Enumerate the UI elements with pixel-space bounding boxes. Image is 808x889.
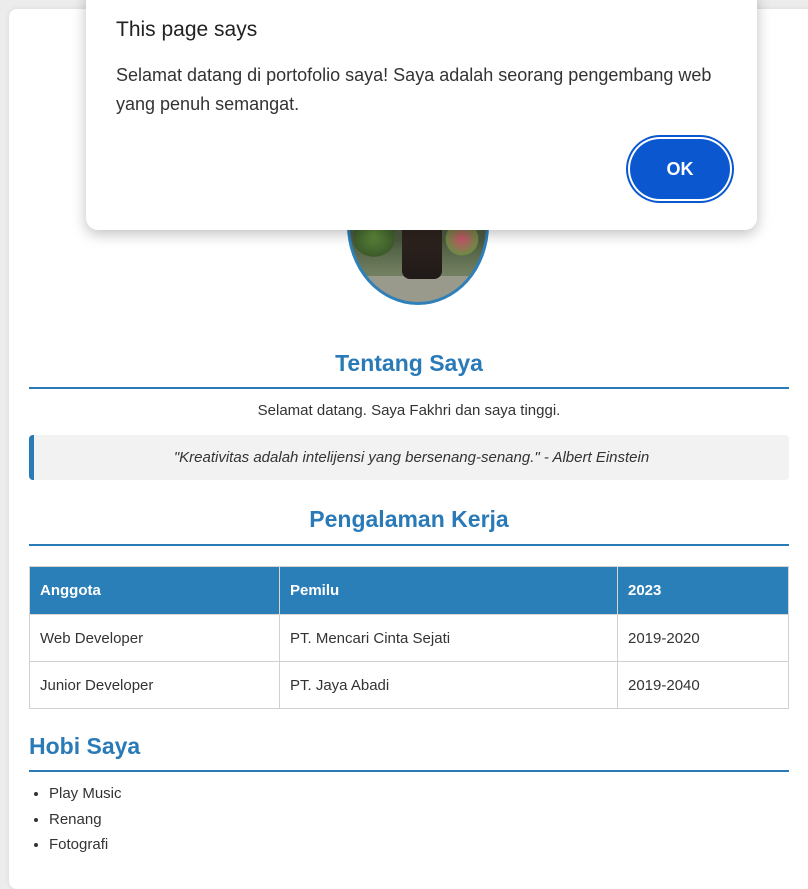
table-cell: PT. Mencari Cinta Sejati	[279, 614, 618, 662]
table-header-row: Anggota Pemilu 2023	[29, 566, 789, 615]
table-cell: 2019-2020	[617, 614, 789, 662]
hobbies-title: Hobi Saya	[29, 733, 789, 772]
alert-dialog: This page says Selamat datang di portofo…	[86, 0, 757, 230]
about-title: Tentang Saya	[29, 350, 789, 389]
table-cell: PT. Jaya Abadi	[279, 661, 618, 709]
dialog-title: This page says	[116, 18, 258, 41]
table-row: Web Developer PT. Mencari Cinta Sejati 2…	[29, 614, 789, 662]
table-header: Anggota	[29, 566, 280, 615]
experience-table: Anggota Pemilu 2023 Web Developer PT. Me…	[29, 566, 789, 709]
table-row: Junior Developer PT. Jaya Abadi 2019-204…	[29, 661, 789, 709]
list-item: Play Music	[49, 784, 122, 810]
hobbies-list: Play Music Renang Fotografi	[29, 784, 122, 861]
about-text: Selamat datang. Saya Fakhri dan saya tin…	[257, 402, 561, 419]
table-cell: Junior Developer	[29, 661, 280, 709]
dialog-message: Selamat datang di portofolio saya! Saya …	[116, 65, 712, 114]
table-cell: 2019-2040	[617, 661, 789, 709]
experience-title: Pengalaman Kerja	[29, 506, 789, 546]
table-header: Pemilu	[279, 566, 618, 615]
photo-ground	[350, 276, 486, 302]
quote-block: "Kreativitas adalah intelijensi yang ber…	[29, 435, 789, 480]
ok-button[interactable]: OK	[630, 139, 730, 199]
list-item: Fotografi	[49, 835, 122, 861]
table-cell: Web Developer	[29, 614, 280, 662]
table-header: 2023	[617, 566, 789, 615]
list-item: Renang	[49, 810, 122, 836]
